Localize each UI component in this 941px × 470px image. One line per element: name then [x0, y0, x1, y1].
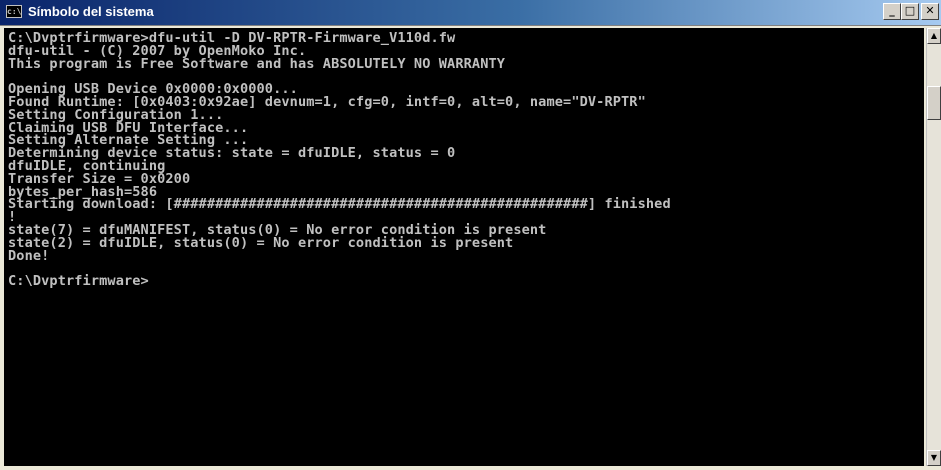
vertical-scrollbar[interactable]: ▲ ▼	[926, 28, 941, 466]
console-icon[interactable]: c:\	[6, 5, 22, 18]
title-bar[interactable]: c:\ Símbolo del sistema _ □ ✕	[0, 0, 941, 26]
console-line: Starting download: [####################…	[8, 196, 671, 213]
minimize-button[interactable]: _	[883, 3, 901, 20]
close-button[interactable]: ✕	[921, 3, 939, 20]
window-title: Símbolo del sistema	[28, 4, 154, 19]
console-line: Done!	[8, 247, 50, 264]
scroll-down-button[interactable]: ▼	[927, 450, 941, 466]
maximize-button[interactable]: □	[901, 3, 919, 20]
scroll-up-button[interactable]: ▲	[927, 28, 941, 44]
window-controls: _ □ ✕	[883, 3, 939, 20]
console-prompt[interactable]: C:\Dvptrfirmware>	[8, 274, 924, 288]
scroll-thumb[interactable]	[927, 86, 941, 120]
console-output[interactable]: C:\Dvptrfirmware>dfu-util -D DV-RPTR-Fir…	[4, 28, 924, 466]
console-line: This program is Free Software and has AB…	[8, 55, 506, 72]
console-window: c:\ Símbolo del sistema _ □ ✕ C:\Dvptrfi…	[0, 0, 941, 470]
console-line: state(2) = dfuIDLE, status(0) = No error…	[8, 234, 514, 251]
